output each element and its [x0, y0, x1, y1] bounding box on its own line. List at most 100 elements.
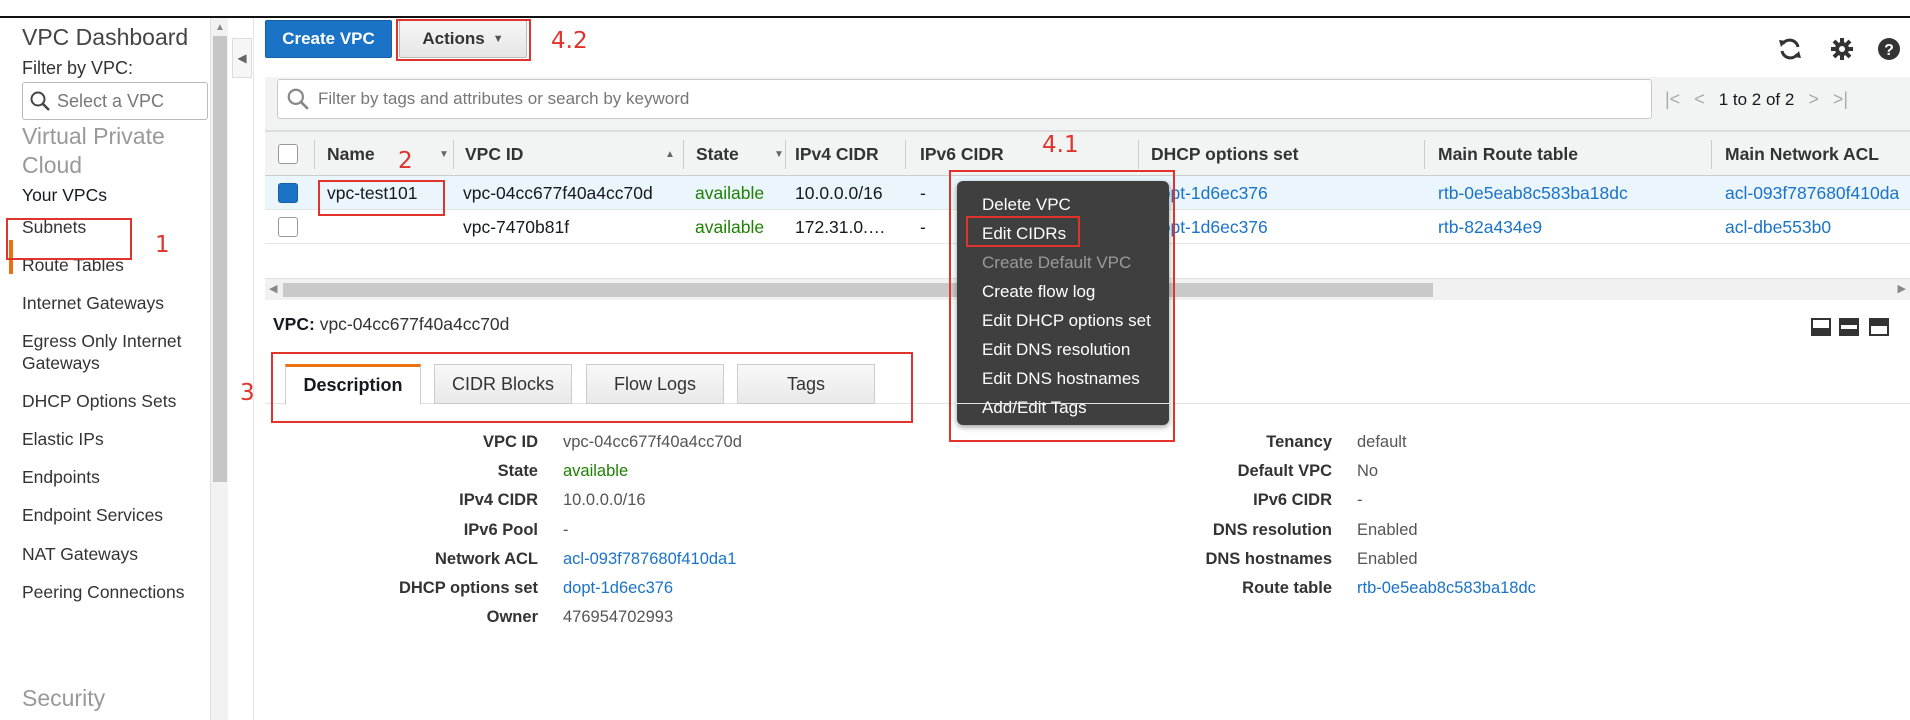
filter-bar: |< < 1 to 2 of 2 > >| — [265, 77, 1910, 131]
sidebar: VPC Dashboard Filter by VPC: Select a VP… — [0, 18, 210, 720]
column-header-label: VPC ID — [465, 144, 524, 164]
help-icon[interactable]: ? — [1876, 36, 1902, 62]
detail-value-dns-hostnames: Enabled — [1357, 550, 1418, 568]
detail-value-ipv6-cidr: - — [1357, 491, 1363, 509]
sort-icon[interactable]: ▼ — [774, 149, 784, 160]
detail-label-dns-resolution: DNS resolution — [1212, 521, 1332, 539]
search-icon — [287, 88, 309, 110]
sidebar-item-nat-gateways[interactable]: NAT Gateways — [22, 543, 138, 565]
column-separator — [453, 140, 454, 169]
annotation-number-3: 3 — [240, 380, 255, 406]
detail-label-default-vpc: Default VPC — [1237, 462, 1332, 480]
last-page-icon[interactable]: >| — [1833, 89, 1848, 110]
cell-main-route-table[interactable]: rtb-0e5eab8c583ba18dc — [1438, 176, 1628, 210]
cell-state: available — [695, 182, 765, 203]
select-all-checkbox[interactable] — [278, 144, 298, 164]
detail-value-dhcp-options-set[interactable]: dopt-1d6ec376 — [563, 579, 673, 598]
scroll-left-arrow-icon[interactable]: ◀ — [269, 282, 277, 295]
pane-split-icon[interactable] — [1839, 318, 1859, 336]
sidebar-item-endpoints[interactable]: Endpoints — [22, 466, 100, 488]
sidebar-item-endpoint-services[interactable]: Endpoint Services — [22, 504, 163, 526]
search-input[interactable] — [318, 89, 1618, 109]
sidebar-item-peering-connections[interactable]: Peering Connections — [22, 581, 184, 603]
column-header-vpc-id[interactable]: VPC ID ▲ — [465, 132, 675, 177]
detail-label-state: State — [497, 462, 538, 480]
prev-page-icon[interactable]: < — [1694, 89, 1705, 110]
sort-icon[interactable]: ▼ — [439, 149, 449, 160]
annotation-box-your-vpcs — [6, 218, 132, 260]
annotation-box-tabs — [271, 352, 913, 423]
detail-value-default-vpc: No — [1357, 462, 1379, 480]
cell-main-route-table[interactable]: rtb-82a434e9 — [1438, 210, 1542, 244]
sort-ascending-icon[interactable]: ▲ — [665, 149, 675, 160]
detail-value-route-table[interactable]: rtb-0e5eab8c583ba18dc — [1357, 579, 1536, 598]
cell-vpc-id: vpc-04cc677f40a4cc70d — [463, 182, 653, 203]
first-page-icon[interactable]: |< — [1665, 89, 1680, 110]
sidebar-scrollbar[interactable]: ▲ — [210, 18, 228, 720]
sidebar-item-your-vpcs[interactable]: Your VPCs — [22, 184, 107, 206]
cell-state: available — [695, 216, 765, 237]
sidebar-item-internet-gateways[interactable]: Internet Gateways — [22, 292, 164, 314]
column-header-main-network-acl[interactable]: Main Network ACL — [1725, 132, 1879, 177]
search-icon — [30, 91, 50, 111]
cell-vpc-id: vpc-7470b81f — [463, 216, 570, 237]
vpc-filter-select[interactable]: Select a VPC — [22, 82, 208, 120]
vpc-filter-placeholder: Select a VPC — [57, 90, 165, 111]
sidebar-title[interactable]: VPC Dashboard — [22, 24, 188, 51]
column-header-ipv4-cidr[interactable]: IPv4 CIDR — [795, 132, 879, 177]
svg-text:?: ? — [1884, 42, 1894, 59]
column-separator — [683, 140, 684, 169]
sidebar-item-egress-only-internet-gateways[interactable]: Egress Only Internet Gateways — [22, 330, 197, 374]
selected-vpc-heading: VPC: vpc-04cc677f40a4cc70d — [273, 314, 509, 335]
detail-value-state: available — [563, 462, 629, 480]
detail-value-ipv4-cidr: 10.0.0.0/16 — [563, 491, 646, 509]
chevron-left-icon: ◀ — [237, 51, 247, 65]
pagination-text: 1 to 2 of 2 — [1718, 89, 1795, 109]
detail-label-owner: Owner — [486, 608, 538, 626]
cell-main-network-acl[interactable]: acl-093f787680f410da — [1725, 176, 1899, 210]
collapse-sidebar-button[interactable]: ◀ — [232, 38, 252, 78]
column-separator — [785, 140, 786, 169]
annotation-number-4-2: 4.2 — [551, 28, 588, 54]
scroll-up-arrow-icon[interactable]: ▲ — [215, 22, 225, 33]
pagination: |< < 1 to 2 of 2 > >| — [1665, 89, 1848, 110]
sidebar-divider — [253, 18, 254, 720]
search-field[interactable] — [277, 79, 1652, 119]
annotation-box-actions — [396, 19, 531, 61]
column-separator — [1138, 140, 1139, 169]
detail-value-tenancy: default — [1357, 433, 1407, 451]
next-page-icon[interactable]: > — [1808, 89, 1819, 110]
detail-label-ipv6-pool: IPv6 Pool — [463, 521, 538, 539]
horizontal-scroll-thumb[interactable] — [283, 283, 1433, 297]
pane-top-icon[interactable] — [1869, 318, 1889, 336]
column-header-main-route-table[interactable]: Main Route table — [1438, 132, 1578, 177]
column-header-label: Name — [327, 144, 375, 164]
detail-value-network-acl[interactable]: acl-093f787680f410da1 — [563, 550, 736, 569]
column-header-state[interactable]: State ▼ — [696, 132, 784, 177]
create-vpc-button[interactable]: Create VPC — [265, 20, 392, 58]
gear-icon[interactable] — [1829, 36, 1855, 62]
sidebar-item-dhcp-options-sets[interactable]: DHCP Options Sets — [22, 390, 176, 412]
row-checkbox[interactable] — [278, 183, 298, 203]
cell-main-network-acl[interactable]: acl-dbe553b0 — [1725, 210, 1831, 244]
detail-label-network-acl: Network ACL — [435, 550, 538, 568]
annotation-number-1: 1 — [155, 232, 170, 258]
annotation-box-name-cell — [318, 180, 445, 216]
detail-label-ipv6-cidr: IPv6 CIDR — [1253, 491, 1332, 509]
cell-ipv6-cidr: - — [920, 216, 926, 237]
column-separator — [905, 140, 906, 169]
detail-value-dns-resolution: Enabled — [1357, 521, 1418, 539]
annotation-box-context-menu — [949, 170, 1175, 442]
detail-value-ipv6-pool: - — [563, 521, 569, 539]
row-checkbox[interactable] — [278, 217, 298, 237]
scroll-right-arrow-icon[interactable]: ▶ — [1898, 282, 1906, 295]
annotation-number-2: 2 — [398, 148, 413, 174]
annotation-number-4-1: 4.1 — [1042, 132, 1079, 158]
section-security: Security — [22, 685, 106, 711]
detail-label-dns-hostnames: DNS hostnames — [1205, 550, 1332, 568]
refresh-icon[interactable] — [1777, 36, 1803, 62]
sidebar-item-elastic-ips[interactable]: Elastic IPs — [22, 428, 104, 450]
pane-bottom-icon[interactable] — [1811, 318, 1831, 336]
sidebar-scroll-thumb[interactable] — [213, 36, 227, 482]
column-separator — [1711, 140, 1712, 169]
